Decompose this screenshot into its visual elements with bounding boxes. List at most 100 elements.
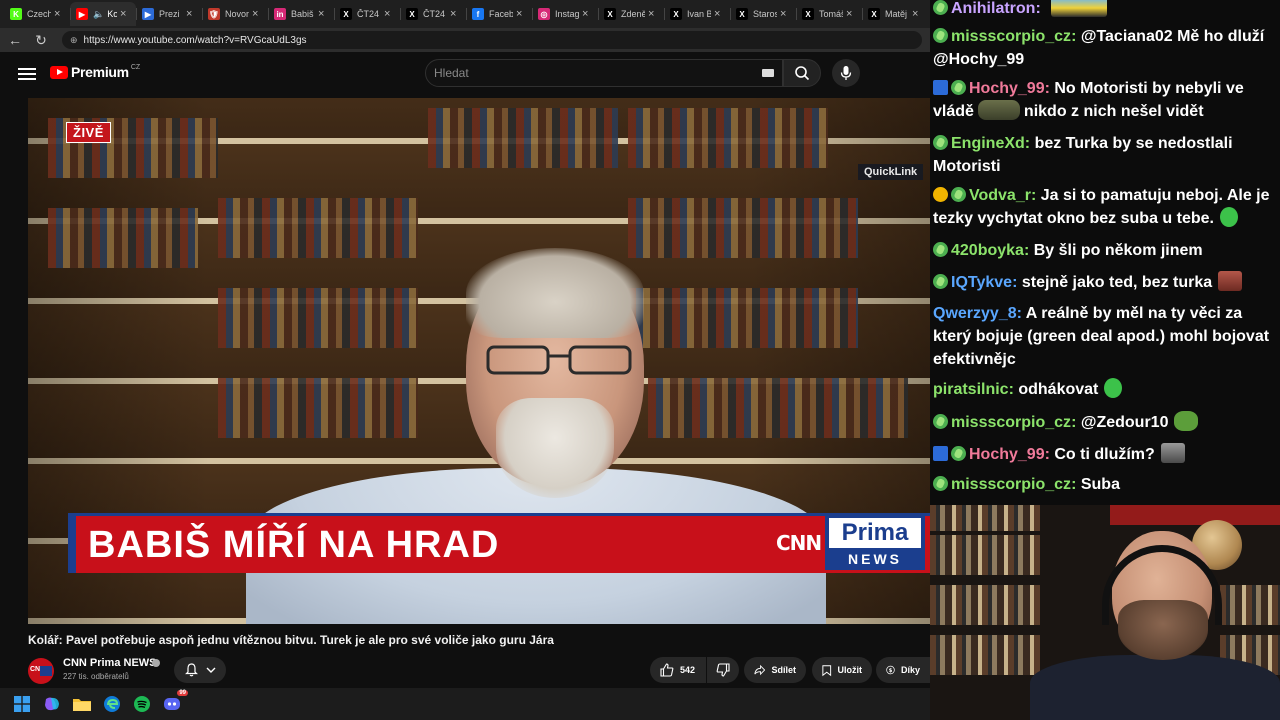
search-input[interactable]: Hledat xyxy=(425,59,783,87)
subscriber-badge-icon[interactable] xyxy=(933,414,948,429)
search-button[interactable] xyxy=(783,59,821,87)
tab-label: Tomáš xyxy=(819,9,843,19)
close-tab-icon[interactable]: × xyxy=(54,8,64,20)
menu-icon[interactable] xyxy=(18,65,36,83)
subscriber-badge-icon[interactable] xyxy=(933,28,948,43)
close-tab-icon[interactable]: × xyxy=(582,8,592,20)
notifications-button[interactable] xyxy=(174,657,226,683)
moderator-badge-icon[interactable] xyxy=(933,446,948,461)
close-tab-icon[interactable]: × xyxy=(846,8,856,20)
browser-window: KCzechC×▶🔈Koli×▶Prezi×🛡Novoro×inBabiš na… xyxy=(0,0,930,688)
back-icon[interactable]: ← xyxy=(4,29,26,51)
channel-name[interactable]: CNN Prima NEWS xyxy=(63,657,157,669)
subscriber-badge-icon[interactable] xyxy=(951,80,966,95)
discord-icon[interactable]: 99 xyxy=(162,690,188,714)
close-tab-icon[interactable]: × xyxy=(912,8,922,20)
close-tab-icon[interactable]: × xyxy=(714,8,724,20)
subscriber-badge-icon[interactable] xyxy=(933,274,948,289)
search-icon xyxy=(795,66,810,81)
chat-username[interactable]: missscorpio_cz xyxy=(951,28,1071,45)
chat-username[interactable]: missscorpio_cz xyxy=(951,414,1071,431)
chat-username[interactable]: Qwerzyy_8 xyxy=(933,305,1017,322)
channel-row: CNN CNN Prima NEWS 227 tis. odběratelů 5… xyxy=(28,656,930,688)
chat-username[interactable]: Hochy_99 xyxy=(969,80,1045,97)
browser-tab[interactable]: X Zdeněk× xyxy=(598,2,664,26)
youtube-logo[interactable]: Premium CZ xyxy=(50,64,140,80)
chat-username[interactable]: IQTykve xyxy=(951,274,1012,291)
browser-tab[interactable]: X ČT24 na× xyxy=(334,2,400,26)
chat-text: Co ti dlužím? xyxy=(1054,446,1155,463)
prima-news-logo: Prima NEWS xyxy=(825,516,925,570)
like-button[interactable]: 542 xyxy=(650,657,706,683)
browser-tab[interactable]: ▶ 🔈Koli× xyxy=(70,2,136,26)
chat-message: 420boyka: By šli po někom jinem xyxy=(933,239,1273,262)
subscriber-badge-icon[interactable] xyxy=(951,187,966,202)
close-tab-icon[interactable]: × xyxy=(120,8,130,20)
subscriber-badge-icon[interactable] xyxy=(933,242,948,257)
close-tab-icon[interactable]: × xyxy=(252,8,262,20)
subscriber-badge-icon[interactable] xyxy=(933,0,948,15)
browser-tab[interactable]: X Starosta× xyxy=(730,2,796,26)
voice-search-button[interactable] xyxy=(832,59,860,87)
moderator-badge-icon[interactable] xyxy=(933,80,948,95)
subscriber-badge-icon[interactable] xyxy=(933,135,948,150)
chat-separator: : xyxy=(1008,381,1019,398)
file-explorer-icon[interactable] xyxy=(72,694,92,714)
windows-taskbar: 99 xyxy=(0,688,930,720)
tab-audio-icon[interactable]: 🔈 xyxy=(93,9,104,20)
coin-badge-icon[interactable] xyxy=(933,187,948,202)
subscriber-badge-icon[interactable] xyxy=(951,446,966,461)
spotify-icon[interactable] xyxy=(132,694,152,714)
url-field[interactable]: ⊕ https://www.youtube.com/watch?v=RVGcaU… xyxy=(62,31,922,49)
edge-icon[interactable] xyxy=(102,694,122,714)
browser-tab[interactable]: X Ivan Bar× xyxy=(664,2,730,26)
chat-text: By šli po někom jinem xyxy=(1033,242,1203,259)
save-button[interactable]: Uložit xyxy=(812,657,872,683)
close-tab-icon[interactable]: × xyxy=(780,8,790,20)
dislike-button[interactable] xyxy=(707,657,739,683)
browser-tab[interactable]: in Babiš na× xyxy=(268,2,334,26)
chat-username[interactable]: EngineXd xyxy=(951,135,1025,152)
instagram-icon: ◎ xyxy=(538,8,550,20)
close-tab-icon[interactable]: × xyxy=(516,8,526,20)
browser-tab[interactable]: ▶ Prezi × xyxy=(136,2,202,26)
books-image xyxy=(628,198,858,258)
channel-avatar[interactable]: CNN xyxy=(28,658,54,684)
close-tab-icon[interactable]: × xyxy=(186,8,196,20)
browser-tab[interactable]: X Matěj × xyxy=(862,2,928,26)
browser-tab[interactable]: f Faceboo× xyxy=(466,2,532,26)
close-tab-icon[interactable]: × xyxy=(318,8,328,20)
chat-username[interactable]: Vodva_r xyxy=(969,187,1031,204)
thanks-button[interactable]: $ Díky xyxy=(876,657,930,683)
shelf-image xyxy=(930,505,1040,531)
share-button[interactable]: Sdílet xyxy=(744,657,806,683)
address-bar: ← ↻ ⊕ https://www.youtube.com/watch?v=RV… xyxy=(0,28,930,52)
chat-separator: : xyxy=(1044,80,1055,97)
close-tab-icon[interactable]: × xyxy=(648,8,658,20)
chat-username[interactable]: 420boyka xyxy=(951,242,1024,259)
chat-username[interactable]: Anihilatron xyxy=(951,0,1035,17)
copilot-icon[interactable] xyxy=(42,694,62,714)
chat-username[interactable]: Hochy_99 xyxy=(969,446,1045,463)
chat-username[interactable]: piratsilnic xyxy=(933,381,1009,398)
close-tab-icon[interactable]: × xyxy=(384,8,394,20)
windows-start-icon[interactable] xyxy=(12,694,32,714)
prima-logo-text: Prima xyxy=(829,518,921,548)
screen: KCzechC×▶🔈Koli×▶Prezi×🛡Novoro×inBabiš na… xyxy=(0,0,1280,720)
chat-username[interactable]: missscorpio_cz xyxy=(951,476,1071,493)
browser-tab[interactable]: X ČT24 na× xyxy=(400,2,466,26)
video-player[interactable]: ŽIVĚ QuickLink BABIŠ MÍŘÍ NA HRAD CNN Pr… xyxy=(28,98,930,624)
browser-tab[interactable]: K CzechC× xyxy=(4,2,70,26)
share-icon xyxy=(754,664,766,676)
close-tab-icon[interactable]: × xyxy=(450,8,460,20)
x-icon: X xyxy=(670,8,682,20)
browser-tab[interactable]: X Tomáš × xyxy=(796,2,862,26)
green-face-emote xyxy=(1219,207,1238,227)
site-info-icon[interactable]: ⊕ xyxy=(70,35,78,46)
reload-icon[interactable]: ↻ xyxy=(30,29,52,51)
keyboard-icon[interactable] xyxy=(762,69,774,77)
browser-tab[interactable]: ◎ Instagra× xyxy=(532,2,598,26)
subscriber-badge-icon[interactable] xyxy=(933,476,948,491)
browser-tab[interactable]: 🛡 Novoro× xyxy=(202,2,268,26)
svg-text:$: $ xyxy=(889,668,893,674)
